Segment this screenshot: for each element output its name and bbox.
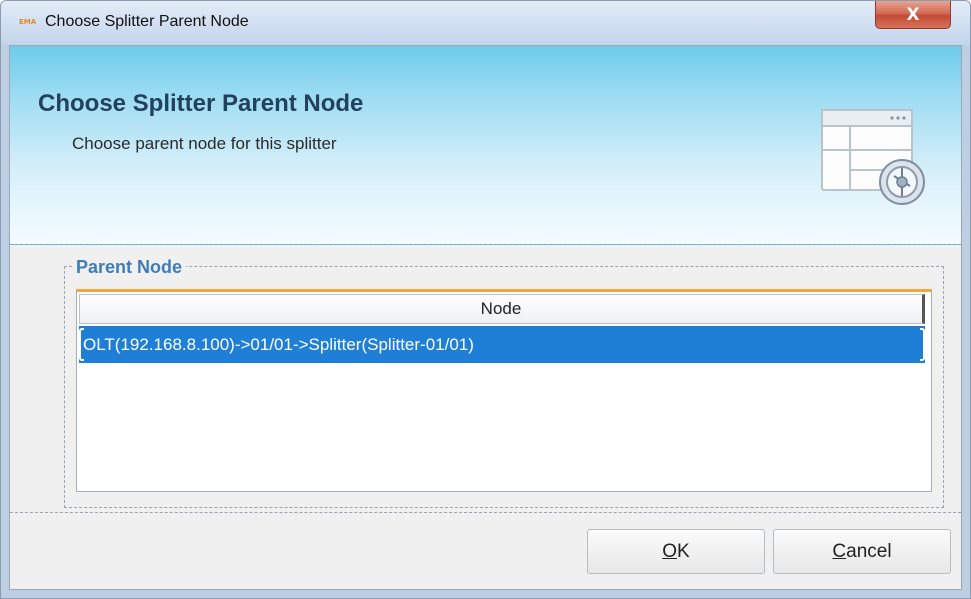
close-icon: X [906,4,920,25]
selection-bracket-left [79,328,84,361]
dialog-content: Choose Splitter Parent Node Choose paren… [9,45,962,590]
window-title: Choose Splitter Parent Node [45,13,249,30]
cancel-mnemonic: C [832,540,847,562]
banner-subtitle: Choose parent node for this splitter [72,134,337,153]
close-button[interactable]: X [875,1,951,29]
cancel-button[interactable]: Cancel [773,529,951,574]
ok-label-rest: K [677,540,690,562]
title-bar[interactable]: EMA Choose Splitter Parent Node X [1,1,970,45]
dialog-window: EMA Choose Splitter Parent Node X Choose… [0,0,971,599]
banner-title: Choose Splitter Parent Node [38,90,364,117]
window-layout-settings-icon [821,109,925,205]
table-row-selected[interactable]: OLT(192.168.8.100)->01/01->Splitter(Spli… [79,326,925,363]
app-icon: EMA [19,18,37,26]
header-banner: Choose Splitter Parent Node Choose paren… [10,46,961,245]
node-table[interactable]: Node OLT(192.168.8.100)->01/01->Splitter… [76,289,932,492]
selection-bracket-right [920,328,925,361]
ok-mnemonic: O [662,540,678,562]
node-cell: OLT(192.168.8.100)->01/01->Splitter(Spli… [83,334,474,354]
group-label: Parent Node [74,257,187,278]
cancel-label-rest: ancel [846,540,892,562]
ok-button[interactable]: OK [587,529,765,574]
column-header-node[interactable]: Node [79,294,925,324]
footer-separator [10,512,961,513]
